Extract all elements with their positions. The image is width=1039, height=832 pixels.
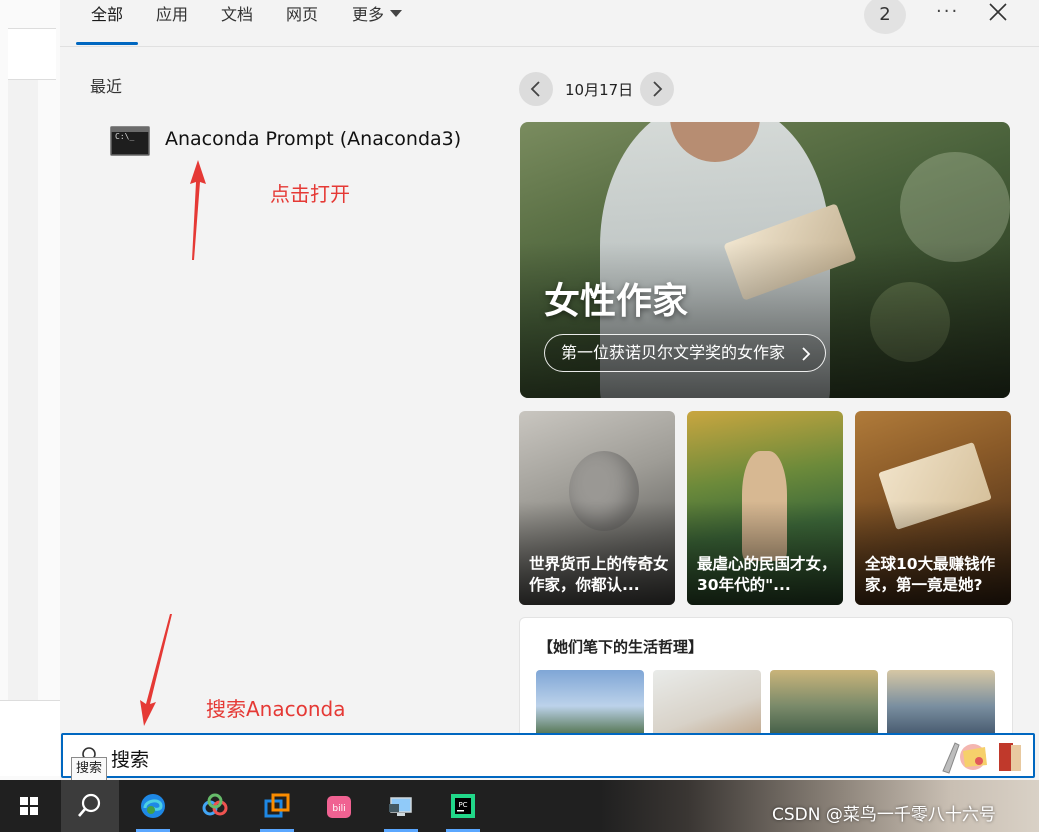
news-card-title: 全球10大最赚钱作家，第一竟是她? — [865, 555, 996, 594]
search-tooltip: 搜索 — [71, 757, 108, 781]
chevron-right-icon — [653, 81, 663, 97]
date-label: 10月17日 — [565, 81, 634, 99]
more-options-icon[interactable]: ··· — [936, 0, 960, 24]
search-highlight-illustration-icon — [942, 742, 1021, 774]
date-navigation: 10月17日 — [519, 72, 679, 106]
news-card-3[interactable]: 全球10大最赚钱作家，第一竟是她? — [855, 411, 1011, 605]
tab-all[interactable]: 全部 — [91, 3, 123, 43]
terminal-icon: C:\_ — [110, 126, 150, 156]
taskbar-remote-desktop[interactable] — [372, 780, 430, 832]
background-footer — [0, 700, 60, 776]
hero-title: 女性作家 — [544, 281, 689, 322]
taskbar-search-button[interactable] — [61, 780, 119, 832]
previous-day-button[interactable] — [519, 72, 553, 106]
taskbar-bilibili[interactable]: bili — [310, 780, 368, 832]
recent-heading: 最近 — [90, 77, 123, 96]
search-panel: 全部 应用 文档 网页 更多 2 ··· 最近 C:\_ Anaconda Pr… — [60, 0, 1039, 780]
search-input-value: 搜索 — [111, 749, 150, 771]
next-day-button[interactable] — [640, 72, 674, 106]
taskbar-baidu-netdisk[interactable] — [186, 780, 244, 832]
news-card-2[interactable]: 最虐心的民国才女，30年代的"... — [687, 411, 843, 605]
taskbar-edge[interactable] — [124, 780, 182, 832]
annotation-arrow-down — [140, 614, 172, 726]
taskbar: bili PC CSDN @菜鸟一千零八十六号 — [0, 780, 1039, 832]
tab-more-label: 更多 — [352, 5, 385, 24]
chevron-down-icon — [390, 10, 403, 17]
recent-item-label: Anaconda Prompt (Anaconda3) — [165, 128, 462, 150]
taskbar-vmware[interactable] — [248, 780, 306, 832]
annotation-arrow-up — [190, 160, 206, 260]
news-card-title: 世界货币上的传奇女作家，你都认... — [529, 555, 669, 594]
wisdom-title: 【她们笔下的生活哲理】 — [538, 638, 704, 656]
rewards-badge[interactable]: 2 — [864, 0, 906, 34]
chevron-left-icon — [530, 81, 540, 97]
pycharm-icon: PC — [451, 794, 475, 818]
annotation-search-anaconda: 搜索Anaconda — [206, 697, 346, 721]
start-button[interactable] — [0, 780, 58, 832]
hero-subtitle-button[interactable]: 第一位获诺贝尔文学奖的女作家 — [544, 334, 827, 372]
bilibili-icon: bili — [327, 796, 351, 818]
search-input[interactable]: 搜索 搜索 — [61, 733, 1035, 781]
svg-text:bili: bili — [332, 804, 345, 814]
tab-more[interactable]: 更多 — [352, 3, 403, 43]
baidu-netdisk-icon — [202, 793, 228, 816]
background-window — [0, 0, 61, 780]
tab-bar: 全部 应用 文档 网页 更多 2 ··· — [60, 0, 1039, 47]
tab-web[interactable]: 网页 — [286, 3, 318, 43]
svg-text:PC: PC — [458, 801, 467, 809]
watermark: CSDN @菜鸟一千零八十六号 — [772, 805, 996, 825]
background-toolbar — [8, 28, 56, 80]
remote-desktop-icon — [389, 797, 412, 816]
taskbar-pycharm[interactable]: PC — [434, 780, 492, 832]
background-pane — [8, 80, 38, 700]
tab-apps[interactable]: 应用 — [156, 3, 188, 43]
edge-icon — [141, 794, 165, 818]
search-icon — [78, 793, 101, 817]
hero-subtitle: 第一位获诺贝尔文学奖的女作家 — [561, 343, 786, 362]
recent-item-anaconda-prompt[interactable]: C:\_ Anaconda Prompt (Anaconda3) — [110, 124, 530, 158]
hero-card[interactable]: 女性作家 第一位获诺贝尔文学奖的女作家 — [520, 122, 1010, 398]
active-tab-indicator — [76, 42, 138, 45]
vmware-icon — [264, 793, 290, 818]
news-card-1[interactable]: 世界货币上的传奇女作家，你都认... — [519, 411, 675, 605]
windows-start-icon — [20, 797, 38, 815]
tab-documents[interactable]: 文档 — [221, 3, 253, 43]
news-card-title: 最虐心的民国才女，30年代的"... — [697, 555, 837, 594]
close-icon[interactable] — [988, 2, 1010, 24]
annotation-click-open: 点击打开 — [270, 182, 350, 206]
chevron-right-icon — [802, 347, 811, 361]
